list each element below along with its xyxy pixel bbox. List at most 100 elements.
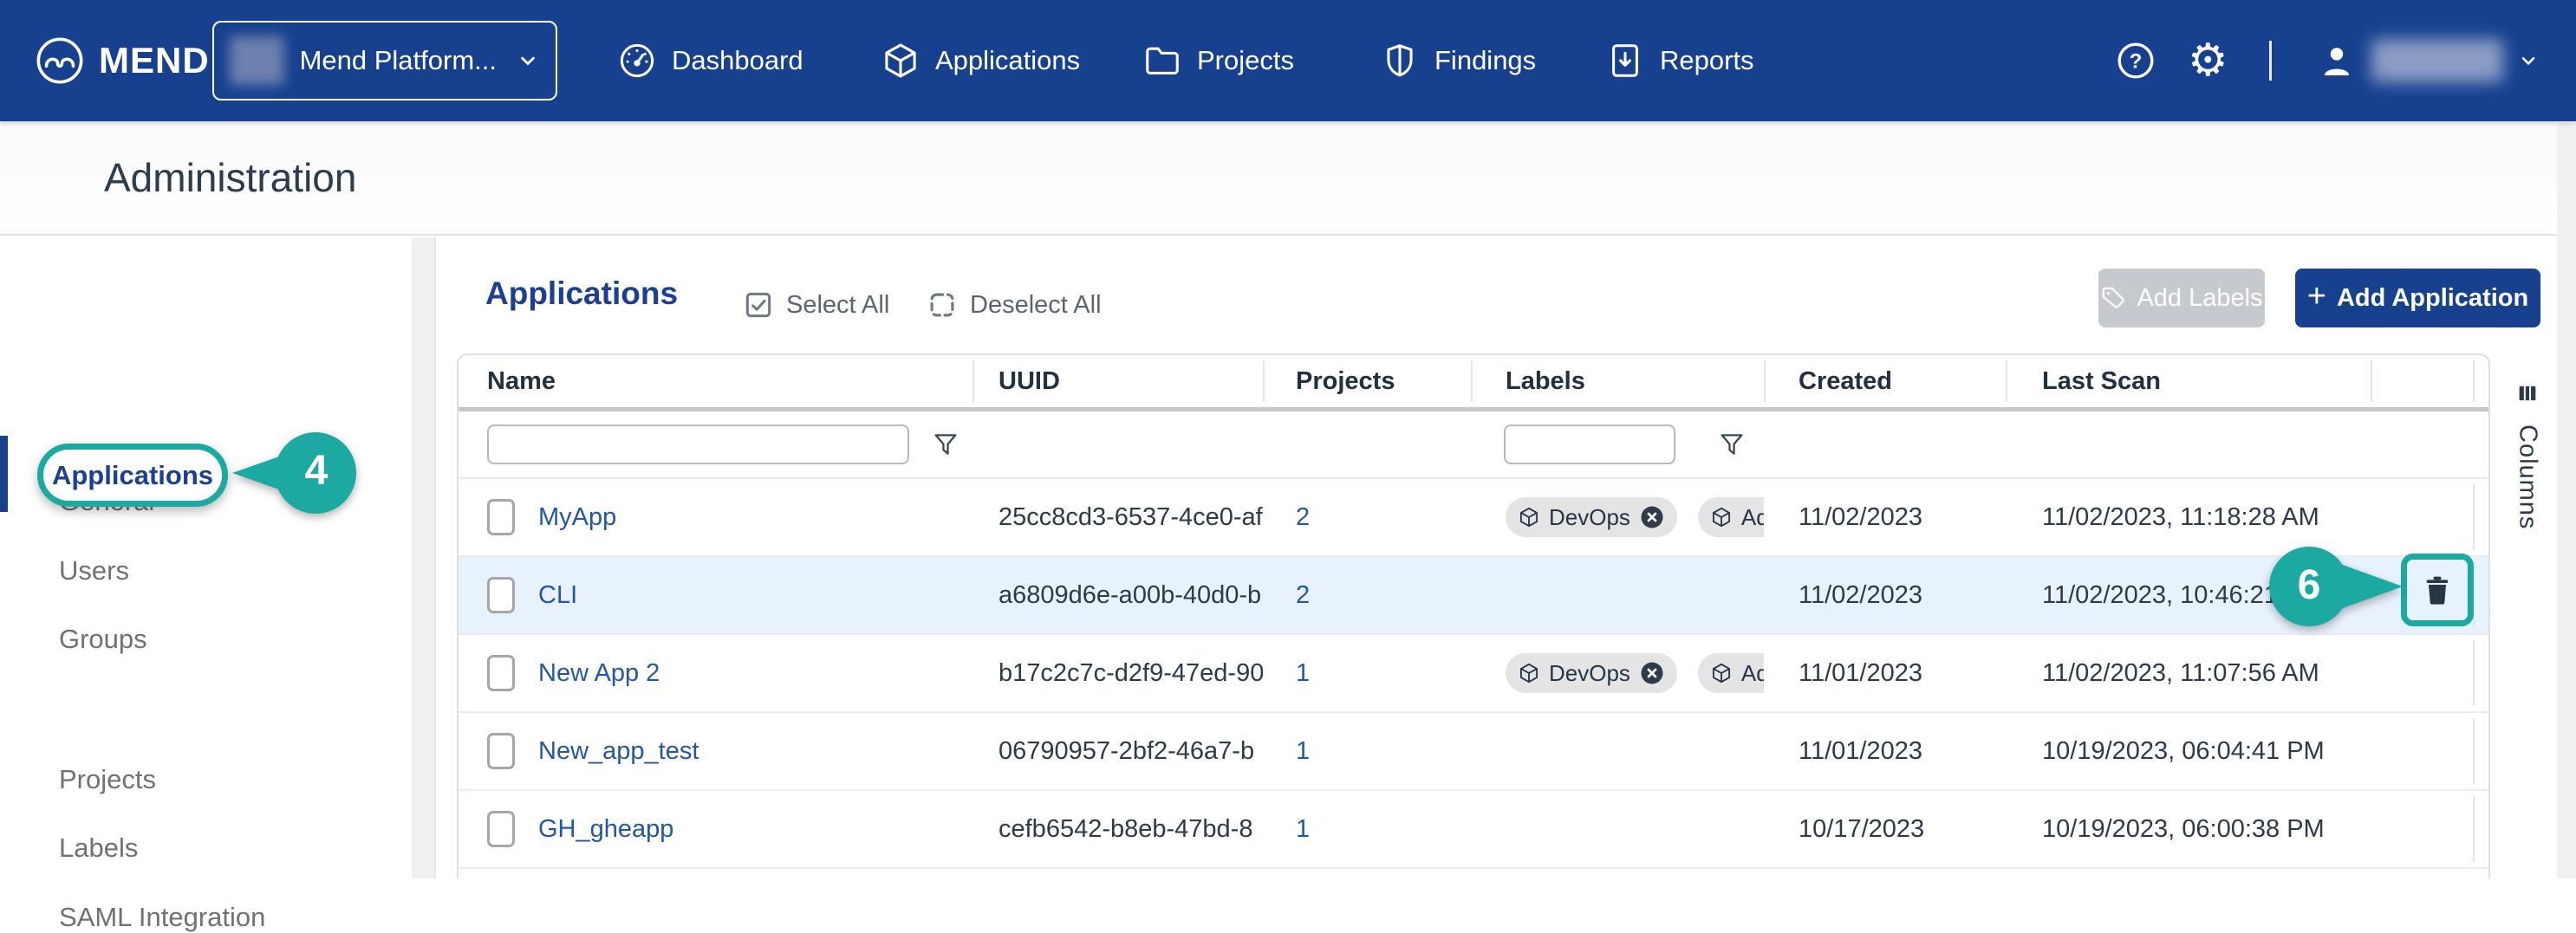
projects-count-link[interactable]: 1 (1296, 659, 1310, 688)
folder-icon (1142, 41, 1182, 81)
columns-panel-toggle[interactable]: Columns (2496, 381, 2559, 529)
projects-count-link[interactable]: 2 (1296, 503, 1310, 532)
last-scan-cell: 10/19/2023, 06:04:41 PM (2006, 713, 2371, 789)
column-header-last-scan: Last Scan (2006, 355, 2371, 407)
remove-label-icon[interactable] (1639, 660, 1665, 686)
sidebar-item-projects[interactable]: Projects (59, 764, 156, 795)
plus-icon: + (2307, 278, 2326, 315)
uuid-cell: a6809d6e-a00b-40d0-b (973, 557, 1263, 633)
uuid-cell: 06790957-2bf2-46a7-b (973, 713, 1263, 789)
add-application-button[interactable]: + Add Application (2295, 269, 2540, 327)
user-menu[interactable] (2316, 0, 2540, 121)
labels-filter-funnel-icon[interactable] (1717, 430, 1747, 459)
label-chip-text: Adm (1741, 660, 1764, 687)
select-all-button[interactable]: Select All (742, 286, 889, 324)
label-chip-text: DevOps (1549, 660, 1630, 687)
nav-item-reports[interactable]: Reports (1605, 0, 1754, 121)
sidebar-item-label: Applications (52, 460, 213, 491)
actions-cell (2371, 635, 2488, 711)
nav-item-projects[interactable]: Projects (1142, 0, 1294, 121)
help-button[interactable]: ? (2115, 0, 2156, 121)
row-checkbox[interactable] (487, 733, 515, 769)
sidebar-item-labels[interactable]: Labels (59, 833, 138, 864)
annotation-step-4: 4 (227, 430, 366, 516)
name-filter-input[interactable] (487, 424, 909, 464)
remove-label-icon[interactable] (1639, 504, 1665, 530)
row-checkbox[interactable] (487, 577, 515, 613)
label-chip-text: Adm (1741, 504, 1764, 531)
sidebar-item-saml-integration[interactable]: SAML Integration (59, 902, 265, 933)
applications-table: Name UUID Projects Labels Created Last S… (457, 353, 2490, 878)
page-scrollbar-track[interactable] (2557, 123, 2576, 878)
sidebar-item-groups[interactable]: Groups (59, 624, 147, 655)
projects-count-link[interactable]: 1 (1296, 815, 1310, 844)
created-cell: 10/17/2023 (1764, 791, 2006, 867)
label-chip: Adm (1698, 653, 1764, 693)
dashed-square-icon (926, 288, 959, 321)
deselect-all-button[interactable]: Deselect All (926, 286, 1102, 324)
columns-panel-label: Columns (2514, 424, 2542, 529)
created-cell: 11/02/2023 (1764, 479, 2006, 555)
cube-icon (881, 41, 920, 81)
organization-selector[interactable]: Mend Platform... (212, 21, 557, 100)
svg-text:?: ? (2130, 49, 2143, 73)
add-application-label: Add Application (2337, 284, 2528, 313)
user-icon (2316, 40, 2358, 81)
table-filter-row (459, 411, 2488, 479)
nav-item-dashboard[interactable]: Dashboard (617, 0, 803, 121)
uuid-cell: 25cc8cd3-6537-4ce0-af (973, 479, 1263, 555)
annotation-step-number: 6 (2296, 561, 2322, 609)
chevron-down-icon (516, 49, 540, 73)
table-row: GH_gheapp cefb6542-b8eb-47bd-8 1 10/17/2… (459, 791, 2488, 869)
name-filter-funnel-icon[interactable] (931, 430, 960, 459)
actions-cell (2371, 713, 2488, 789)
row-checkbox[interactable] (487, 811, 515, 847)
column-header-created: Created (1764, 355, 2006, 407)
settings-button[interactable]: ⚙ (2188, 0, 2228, 121)
label-chip: Adm (1698, 497, 1764, 537)
nav-item-label: Dashboard (672, 45, 803, 76)
select-all-label: Select All (786, 291, 889, 320)
add-labels-button[interactable]: Add Labels (2098, 269, 2265, 327)
nav-item-label: Applications (935, 45, 1080, 76)
redacted-org-logo (230, 36, 284, 85)
nav-item-findings[interactable]: Findings (1380, 0, 1536, 121)
nav-item-label: Projects (1197, 45, 1294, 76)
labels-filter-input[interactable] (1504, 424, 1675, 464)
created-cell: 11/01/2023 (1764, 713, 2006, 789)
projects-count-link[interactable]: 2 (1296, 581, 1310, 610)
last-scan-cell: 11/02/2023, 11:07:56 AM (2006, 635, 2371, 711)
sidebar-item-applications[interactable]: Applications (37, 444, 228, 507)
nav-item-label: Findings (1434, 45, 1536, 76)
row-checkbox[interactable] (487, 655, 515, 691)
help-icon: ? (2115, 40, 2156, 81)
row-checkbox[interactable] (487, 499, 515, 535)
application-name-link[interactable]: New App 2 (538, 659, 660, 688)
delete-application-button[interactable] (2401, 554, 2474, 626)
table-row-selected: CLI a6809d6e-a00b-40d0-b 2 11/02/2023 11… (459, 557, 2488, 635)
nav-divider (2269, 41, 2272, 81)
gauge-icon (617, 41, 657, 81)
nav-item-label: Reports (1660, 45, 1754, 76)
created-cell: 11/02/2023 (1764, 557, 2006, 633)
column-header-uuid: UUID (973, 355, 1263, 407)
sidebar-scrollbar-track[interactable] (412, 237, 434, 878)
sidebar-item-users[interactable]: Users (59, 555, 129, 586)
report-icon (1605, 41, 1645, 81)
application-name-link[interactable]: MyApp (538, 503, 616, 532)
gear-icon: ⚙ (2188, 38, 2228, 83)
redacted-user-name (2371, 39, 2503, 82)
section-title: Applications (485, 275, 678, 312)
table-row: MyApp 25cc8cd3-6537-4ce0-af 2 DevOps (459, 479, 2488, 557)
projects-count-link[interactable]: 1 (1296, 737, 1310, 766)
table-row: New App 2 b17c2c7c-d2f9-47ed-90 1 DevOps (459, 635, 2488, 713)
nav-item-applications[interactable]: Applications (881, 0, 1080, 121)
mend-logo[interactable]: MEND (35, 0, 210, 121)
annotation-step-6: 6 (2261, 545, 2408, 628)
application-name-link[interactable]: New_app_test (538, 737, 699, 766)
table-row: New_app_test 06790957-2bf2-46a7-b 1 11/0… (459, 713, 2488, 791)
application-name-link[interactable]: CLI (538, 581, 577, 610)
column-header-projects: Projects (1263, 355, 1471, 407)
application-name-link[interactable]: GH_gheapp (538, 815, 673, 844)
actions-cell (2371, 479, 2488, 555)
